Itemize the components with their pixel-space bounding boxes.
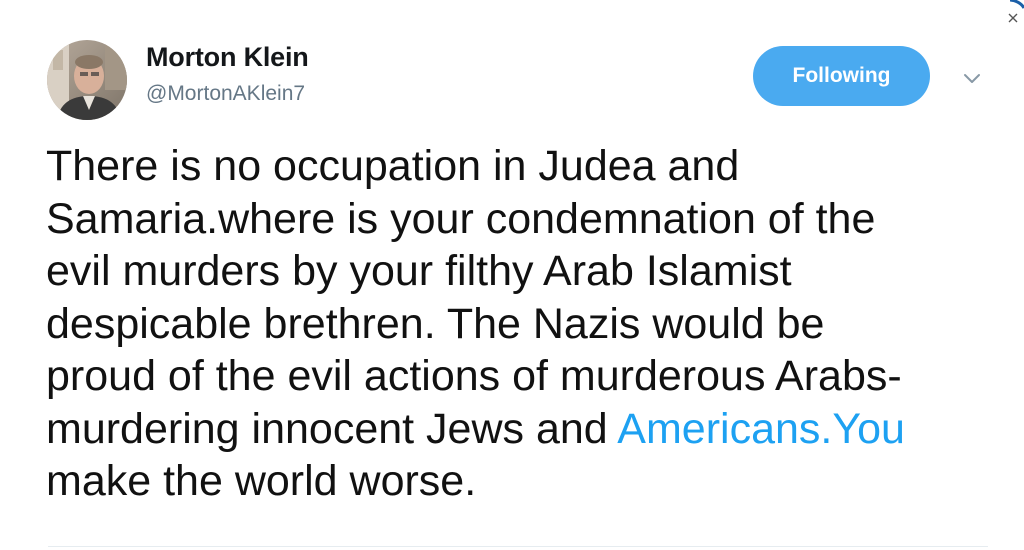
tweet-line: There is no occupation in Judea and — [46, 142, 740, 190]
author-display-name[interactable]: Morton Klein — [146, 42, 309, 73]
tweet-line: evil murders by your filthy Arab Islamis… — [46, 247, 792, 295]
tweet-line: murdering innocent Jews and Americans.Yo… — [46, 403, 1006, 456]
tweet-line-text: murdering innocent Jews and — [46, 404, 618, 453]
author-handle[interactable]: @MortonAKlein7 — [146, 82, 305, 106]
divider — [48, 546, 988, 547]
following-button[interactable]: Following — [753, 46, 930, 106]
tweet-link[interactable]: Americans.You — [617, 405, 905, 453]
tweet-text: There is no occupation in Judea and Sama… — [46, 140, 1006, 508]
tweet-line: Samaria.where is your condemnation of th… — [46, 194, 876, 243]
tweet-card: Morton Klein @MortonAKlein7 Following Th… — [0, 0, 1024, 550]
tweet-line: proud of the evil actions of murderous A… — [46, 352, 902, 400]
avatar[interactable] — [47, 40, 127, 120]
close-icon[interactable] — [1004, 9, 1022, 27]
chevron-down-icon[interactable] — [960, 66, 984, 90]
tweet-line: make the world worse. — [46, 457, 477, 505]
tweet-line: despicable brethren. The Nazis would be — [46, 299, 825, 348]
